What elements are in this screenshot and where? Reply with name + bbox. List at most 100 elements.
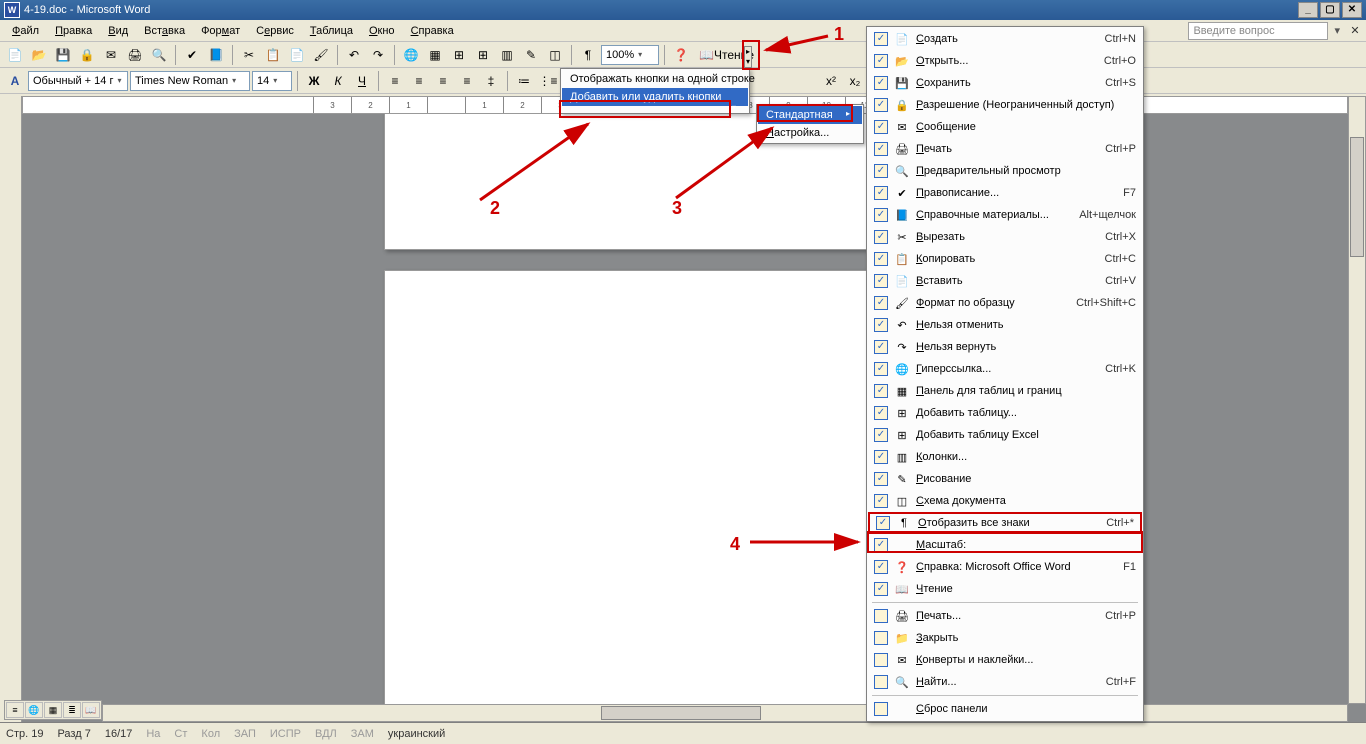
help-dropdown-arrow[interactable]: ▾ bbox=[1334, 24, 1340, 37]
command-checkbox[interactable] bbox=[874, 631, 888, 645]
command-item[interactable]: ✓◫Схема документа bbox=[868, 490, 1142, 512]
doc-close-button[interactable]: ✕ bbox=[1348, 24, 1362, 37]
style-combo[interactable]: Обычный + 14 г▾ bbox=[28, 71, 128, 91]
menu-view[interactable]: Вид bbox=[100, 23, 136, 39]
command-item[interactable]: ✓📘Справочные материалы...Alt+щелчок bbox=[868, 204, 1142, 226]
maximize-button[interactable]: ▢ bbox=[1320, 2, 1340, 18]
help-button[interactable]: ❓ bbox=[670, 44, 692, 66]
command-checkbox[interactable]: ✓ bbox=[874, 76, 888, 90]
command-item[interactable]: ✓✂ВырезатьCtrl+X bbox=[868, 226, 1142, 248]
command-item[interactable]: ✓✎Рисование bbox=[868, 468, 1142, 490]
command-checkbox[interactable] bbox=[874, 702, 888, 716]
command-item[interactable]: ✓💾СохранитьCtrl+S bbox=[868, 72, 1142, 94]
normal-view-button[interactable]: ≡ bbox=[6, 702, 24, 718]
align-right-button[interactable]: ≡ bbox=[432, 70, 454, 92]
command-item[interactable]: ✉Конверты и наклейки... bbox=[868, 649, 1142, 671]
command-item[interactable]: ✓✔Правописание...F7 bbox=[868, 182, 1142, 204]
redo-button[interactable]: ↷ bbox=[367, 44, 389, 66]
menu-help[interactable]: Справка bbox=[403, 23, 462, 39]
align-justify-button[interactable]: ≡ bbox=[456, 70, 478, 92]
size-combo[interactable]: 14▾ bbox=[252, 71, 292, 91]
command-item[interactable]: ✓Масштаб: bbox=[868, 534, 1142, 556]
command-checkbox[interactable]: ✓ bbox=[874, 406, 888, 420]
toolbar-options-dropdown[interactable]: ▸▾ bbox=[744, 46, 752, 68]
bullets-button[interactable]: ⋮≡ bbox=[537, 70, 559, 92]
command-checkbox[interactable]: ✓ bbox=[874, 252, 888, 266]
insert-excel-button[interactable]: ⊞ bbox=[472, 44, 494, 66]
command-checkbox[interactable]: ✓ bbox=[874, 54, 888, 68]
print-view-button[interactable]: ▦ bbox=[44, 702, 62, 718]
command-checkbox[interactable]: ✓ bbox=[874, 494, 888, 508]
web-view-button[interactable]: 🌐 bbox=[25, 702, 43, 718]
italic-button[interactable]: К bbox=[327, 70, 349, 92]
command-item[interactable]: ✓▦Панель для таблиц и границ bbox=[868, 380, 1142, 402]
command-item[interactable]: ✓🖌Формат по образцуCtrl+Shift+C bbox=[868, 292, 1142, 314]
command-item[interactable]: ✓¶Отобразить все знакиCtrl+* bbox=[868, 512, 1142, 534]
command-checkbox[interactable]: ✓ bbox=[874, 538, 888, 552]
numbering-button[interactable]: ≔ bbox=[513, 70, 535, 92]
minimize-button[interactable]: _ bbox=[1298, 2, 1318, 18]
superscript-button[interactable]: x² bbox=[820, 70, 842, 92]
insert-table-button[interactable]: ⊞ bbox=[448, 44, 470, 66]
hyperlink-button[interactable]: 🌐 bbox=[400, 44, 422, 66]
columns-button[interactable]: ▥ bbox=[496, 44, 518, 66]
undo-button[interactable]: ↶ bbox=[343, 44, 365, 66]
command-checkbox[interactable]: ✓ bbox=[874, 472, 888, 486]
format-painter-button[interactable]: 🖌 bbox=[310, 44, 332, 66]
reading-view-button[interactable]: 📖 bbox=[82, 702, 100, 718]
command-checkbox[interactable]: ✓ bbox=[874, 428, 888, 442]
tables-borders-button[interactable]: ▦ bbox=[424, 44, 446, 66]
command-checkbox[interactable] bbox=[874, 675, 888, 689]
command-item[interactable]: ✓🔍Предварительный просмотр bbox=[868, 160, 1142, 182]
command-checkbox[interactable]: ✓ bbox=[874, 186, 888, 200]
outline-view-button[interactable]: ≣ bbox=[63, 702, 81, 718]
command-checkbox[interactable]: ✓ bbox=[874, 208, 888, 222]
command-checkbox[interactable]: ✓ bbox=[874, 318, 888, 332]
command-checkbox[interactable]: ✓ bbox=[874, 384, 888, 398]
command-item[interactable]: 🖨Печать...Ctrl+P bbox=[868, 605, 1142, 627]
bold-button[interactable]: Ж bbox=[303, 70, 325, 92]
command-item[interactable]: ✓📄ВставитьCtrl+V bbox=[868, 270, 1142, 292]
zoom-combo[interactable]: 100%▾ bbox=[601, 45, 659, 65]
help-search-box[interactable]: Введите вопрос bbox=[1188, 22, 1328, 40]
command-checkbox[interactable]: ✓ bbox=[874, 450, 888, 464]
command-item[interactable]: ✓⊞Добавить таблицу Excel bbox=[868, 424, 1142, 446]
command-checkbox[interactable]: ✓ bbox=[876, 516, 890, 530]
horizontal-scrollbar[interactable] bbox=[102, 704, 1348, 722]
command-item[interactable]: 🔍Найти...Ctrl+F bbox=[868, 671, 1142, 693]
save-button[interactable]: 💾 bbox=[52, 44, 74, 66]
command-item[interactable]: ✓📄СоздатьCtrl+N bbox=[868, 28, 1142, 50]
preview-button[interactable]: 🔍 bbox=[148, 44, 170, 66]
styles-pane-button[interactable]: A bbox=[4, 70, 26, 92]
menu-table[interactable]: Таблица bbox=[302, 23, 361, 39]
line-spacing-button[interactable]: ‡ bbox=[480, 70, 502, 92]
command-checkbox[interactable] bbox=[874, 653, 888, 667]
command-item[interactable]: ✓✉Сообщение bbox=[868, 116, 1142, 138]
command-item[interactable]: ✓📋КопироватьCtrl+C bbox=[868, 248, 1142, 270]
command-checkbox[interactable]: ✓ bbox=[874, 230, 888, 244]
add-remove-buttons[interactable]: Добавить или удалить кнопки▾ bbox=[562, 88, 748, 106]
command-checkbox[interactable]: ✓ bbox=[874, 164, 888, 178]
command-checkbox[interactable]: ✓ bbox=[874, 274, 888, 288]
command-checkbox[interactable]: ✓ bbox=[874, 560, 888, 574]
font-combo[interactable]: Times New Roman▾ bbox=[130, 71, 250, 91]
command-item[interactable]: ✓❓Справка: Microsoft Office WordF1 bbox=[868, 556, 1142, 578]
copy-button[interactable]: 📋 bbox=[262, 44, 284, 66]
menu-file[interactable]: Файл bbox=[4, 23, 47, 39]
command-item[interactable]: ✓📖Чтение bbox=[868, 578, 1142, 600]
command-checkbox[interactable]: ✓ bbox=[874, 340, 888, 354]
cut-button[interactable]: ✂ bbox=[238, 44, 260, 66]
show-buttons-one-row[interactable]: Отображать кнопки на одной строке bbox=[562, 70, 748, 88]
align-left-button[interactable]: ≡ bbox=[384, 70, 406, 92]
doc-map-button[interactable]: ◫ bbox=[544, 44, 566, 66]
command-item[interactable]: ✓↶Нельзя отменить bbox=[868, 314, 1142, 336]
open-button[interactable]: 📂 bbox=[28, 44, 50, 66]
print-button[interactable]: 🖨 bbox=[124, 44, 146, 66]
spelling-button[interactable]: ✔ bbox=[181, 44, 203, 66]
drawing-button[interactable]: ✎ bbox=[520, 44, 542, 66]
mail-button[interactable]: ✉ bbox=[100, 44, 122, 66]
command-item[interactable]: ✓🔒Разрешение (Неограниченный доступ) bbox=[868, 94, 1142, 116]
menu-window[interactable]: Окно bbox=[361, 23, 403, 39]
command-item[interactable]: ✓▥Колонки... bbox=[868, 446, 1142, 468]
align-center-button[interactable]: ≡ bbox=[408, 70, 430, 92]
